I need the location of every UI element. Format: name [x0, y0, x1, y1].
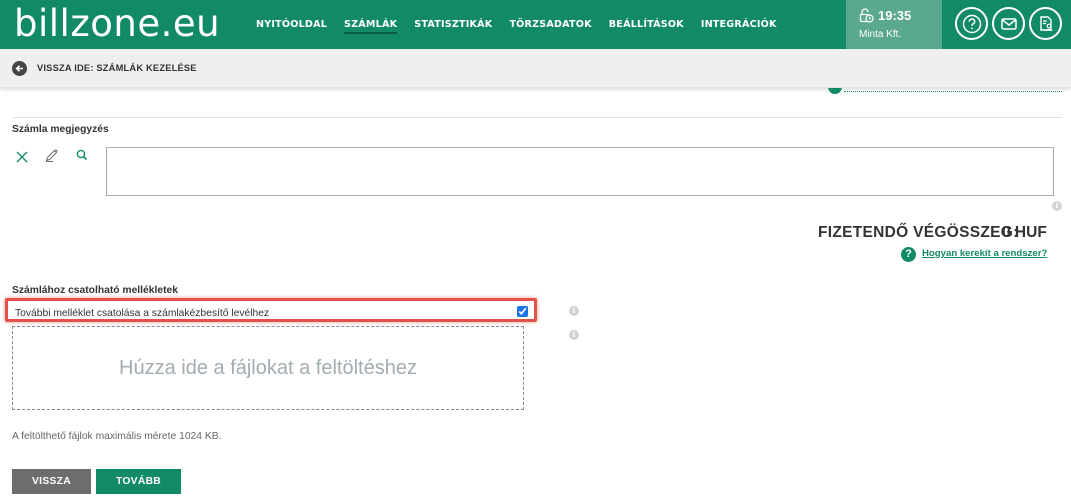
- dropzone-text: Húzza ide a fájlokat a feltöltéshez: [119, 356, 417, 379]
- nav-item-statistics[interactable]: STATISZTIKÁK: [414, 13, 492, 36]
- clear-icon[interactable]: [14, 149, 30, 165]
- document-user-icon: [1039, 15, 1053, 31]
- search-icon[interactable]: [74, 147, 90, 163]
- rounding-help-link[interactable]: Hogyan kerekít a rendszer?: [922, 248, 1047, 259]
- nav-item-home[interactable]: NYITÓOLDAL: [256, 13, 327, 36]
- next-button[interactable]: TOVÁBB: [96, 469, 181, 494]
- account-button[interactable]: [1029, 7, 1062, 40]
- logo[interactable]: billzone.eu: [14, 2, 220, 46]
- note-label: Számla megjegyzés: [12, 124, 109, 135]
- back-button[interactable]: VISSZA: [12, 469, 91, 494]
- file-dropzone[interactable]: Húzza ide a fájlokat a feltöltéshez: [12, 326, 524, 410]
- question-icon: [828, 88, 842, 94]
- nav-item-invoices[interactable]: SZÁMLÁK: [344, 13, 398, 36]
- clock-icon: [859, 8, 874, 23]
- attachments-label: Számlához csatolható mellékletek: [12, 285, 178, 296]
- total-label: FIZETENDŐ VÉGÖSSZEG:: [818, 224, 1019, 241]
- total-value: 0 HUF: [1002, 224, 1047, 241]
- note-textarea[interactable]: [106, 147, 1054, 196]
- help-button[interactable]: [955, 7, 988, 40]
- extra-attachment-option[interactable]: További melléklet csatolása a számlakézb…: [5, 298, 537, 322]
- back-link[interactable]: VISSZA IDE: SZÁMLÁK KEZELÉSE: [37, 63, 197, 73]
- question-icon[interactable]: ?: [901, 247, 916, 262]
- session-box[interactable]: 19:35 Minta Kft.: [846, 0, 942, 49]
- cut-off-link[interactable]: [844, 91, 1062, 92]
- info-icon[interactable]: i: [569, 330, 579, 340]
- edit-icon[interactable]: [44, 147, 60, 163]
- help-icon: [962, 14, 981, 33]
- mail-button[interactable]: [992, 7, 1025, 40]
- mail-icon: [1000, 17, 1017, 30]
- max-size-note: A feltölthető fájlok maximális mérete 10…: [12, 431, 222, 442]
- nav-item-integrations[interactable]: INTEGRÁCIÓK: [701, 13, 777, 36]
- breadcrumb: VISSZA IDE: SZÁMLÁK KEZELÉSE: [0, 49, 1071, 88]
- company-name: Minta Kft.: [859, 29, 902, 40]
- extra-attachment-label: További melléklet csatolása a számlakézb…: [15, 308, 270, 319]
- main-nav: NYITÓOLDAL SZÁMLÁK STATISZTIKÁK TÖRZSADA…: [256, 0, 794, 49]
- session-time: 19:35: [878, 8, 912, 23]
- nav-item-master-data[interactable]: TÖRZSADATOK: [509, 13, 591, 36]
- info-icon[interactable]: i: [569, 306, 579, 316]
- info-icon[interactable]: i: [1052, 201, 1062, 211]
- top-bar: billzone.eu NYITÓOLDAL SZÁMLÁK STATISZTI…: [0, 0, 1071, 49]
- divider: [12, 117, 1062, 118]
- back-arrow-icon[interactable]: [12, 61, 27, 76]
- extra-attachment-checkbox[interactable]: [517, 306, 528, 317]
- nav-item-settings[interactable]: BEÁLLÍTÁSOK: [609, 13, 684, 36]
